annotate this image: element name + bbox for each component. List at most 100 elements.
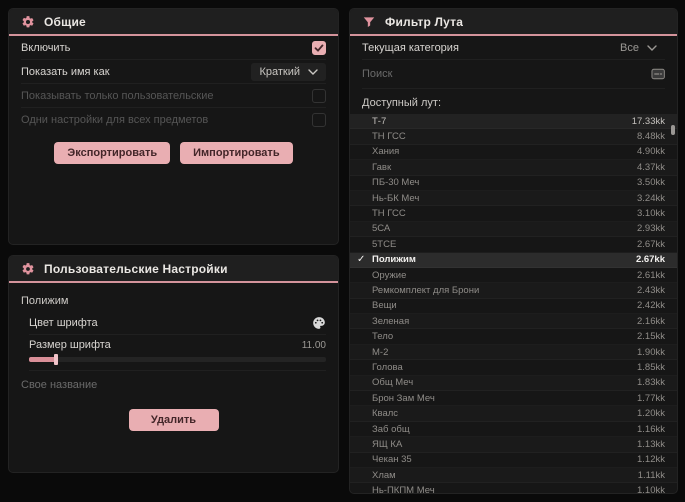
loot-item-name: Тело [372,331,394,343]
loot-row[interactable]: ✓ Вещи 2.42kk [350,299,677,314]
loot-row[interactable]: ✓ 5СА 2.93kk [350,222,677,237]
loot-row[interactable]: ✓ ЯЩ КА 1.13kk [350,437,677,452]
category-dropdown[interactable]: Все [612,39,665,57]
slider-handle[interactable] [53,354,58,365]
loot-item-name: Нь-ПКПМ Меч [372,485,435,494]
loot-row[interactable]: ✓ Заб общ 1.16kk [350,422,677,437]
palette-icon[interactable] [312,316,326,330]
loot-row[interactable]: ✓ Т-7 17.33kk [350,114,677,130]
loot-item-name: Полижим [372,254,416,266]
loot-row[interactable]: ✓ Квалс 1.20kk [350,406,677,421]
loot-item-value: 2.93kk [637,223,665,235]
loot-item-value: 1.12kk [637,454,665,466]
display-name-label: Показать имя как [21,65,110,78]
chevron-down-icon [647,44,657,51]
user-settings-panel: Пользовательские Настройки Полижим Цвет … [8,255,339,473]
loot-row[interactable]: ✓ Нь-ПКПМ Меч 1.10kk [350,483,677,494]
loot-row[interactable]: ✓ М-2 1.90kk [350,345,677,360]
loot-filter-panel-title: Фильтр Лута [385,14,464,29]
loot-item-value: 2.61kk [637,269,665,281]
loot-row[interactable]: ✓ 5ТСЕ 2.67kk [350,237,677,252]
available-loot-label: Доступный лут: [362,97,442,109]
loot-row[interactable]: ✓ Оружие 2.61kk [350,268,677,283]
funnel-icon [363,16,375,27]
custom-name-row [21,371,326,399]
loot-list: ✓ Т-7 17.33kk ✓ ТН ГСС 8.48kk ✓ Хания 4.… [350,114,677,494]
search-row [362,60,665,89]
loot-item-name: ТН ГСС [372,208,406,220]
export-button[interactable]: Экспортировать [54,142,171,164]
import-button[interactable]: Импортировать [180,142,293,164]
loot-row[interactable]: ✓ Полижим 2.67kk [350,252,677,268]
loot-item-value: 8.48kk [637,131,665,143]
font-size-label: Размер шрифта [29,339,111,351]
loot-row[interactable]: ✓ Нь-БК Меч 3.24kk [350,191,677,206]
loot-item-name: 5ТСЕ [372,238,397,250]
loot-row[interactable]: ✓ Тело 2.15kk [350,329,677,344]
loot-filter-panel-header: Фильтр Лута [350,9,677,36]
display-name-row: Показать имя как Краткий [21,60,326,84]
font-color-label: Цвет шрифта [29,316,98,329]
loot-item-name: Гавк [372,161,392,173]
loot-item-value: 1.77kk [637,392,665,404]
font-size-slider[interactable] [29,354,326,365]
loot-item-name: ЯЩ КА [372,438,403,450]
loot-item-name: Хлам [372,469,396,481]
loot-item-value: 1.20kk [637,408,665,420]
show-custom-only-checkbox[interactable] [312,88,326,103]
loot-item-name: Т-7 [372,115,387,127]
gear-icon [22,15,34,27]
loot-item-value: 1.16kk [637,423,665,435]
delete-button[interactable]: Удалить [128,409,219,431]
loot-item-value: 2.15kk [637,331,665,343]
loot-item-value: 4.37kk [637,161,665,173]
loot-item-name: М-2 [372,346,389,358]
loot-item-name: Чекан 35 [372,454,412,466]
loot-row[interactable]: ✓ ТН ГСС 8.48kk [350,129,677,144]
loot-list-scrollbar[interactable] [671,117,675,489]
loot-row[interactable]: ✓ Голова 1.85kk [350,360,677,375]
loot-row[interactable]: ✓ Брон Зам Меч 1.77kk [350,391,677,406]
loot-item-name: ТН ГСС [372,131,406,143]
loot-row[interactable]: ✓ Зеленая 2.16kk [350,314,677,329]
display-name-value: Краткий [259,65,300,78]
loot-item-name: Вещи [372,300,397,312]
loot-row[interactable]: ✓ Хлам 1.11kk [350,468,677,483]
loot-item-name: Квалс [372,408,399,420]
loot-item-value: 3.10kk [637,208,665,220]
loot-row[interactable]: ✓ Ремкомплект для Брони 2.43kk [350,283,677,298]
loot-item-value: 4.90kk [637,146,665,158]
scrollbar-thumb[interactable] [671,125,675,135]
single-settings-checkbox[interactable] [312,113,326,127]
loot-item-value: 2.67kk [635,254,665,266]
loot-row[interactable]: ✓ Чекан 35 1.12kk [350,453,677,468]
font-size-row: Размер шрифта 11.00 [29,335,326,371]
general-panel-header: Общие [9,9,338,36]
loot-item-name: ПБ-30 Меч [372,177,420,189]
loot-item-value: 1.13kk [637,438,665,450]
loot-item-value: 2.42kk [637,300,665,312]
loot-row[interactable]: ✓ ТН ГСС 3.10kk [350,206,677,221]
user-settings-panel-header: Пользовательские Настройки [9,256,338,283]
show-custom-only-label: Показывать только пользовательские [21,89,214,102]
loot-row[interactable]: ✓ Гавк 4.37kk [350,160,677,175]
loot-row[interactable]: ✓ Хания 4.90kk [350,145,677,160]
display-name-dropdown[interactable]: Краткий [251,62,326,81]
loot-row[interactable]: ✓ Общ Меч 1.83kk [350,376,677,391]
chevron-down-icon [308,68,318,75]
custom-name-input[interactable] [21,371,326,399]
user-settings-panel-title: Пользовательские Настройки [44,261,228,276]
loot-item-value: 3.50kk [637,177,665,189]
loot-item-value: 3.24kk [637,192,665,204]
loot-item-name: Хания [372,146,400,158]
font-color-row: Цвет шрифта [29,311,326,335]
general-panel: Общие Включить Показать имя как Краткий … [8,8,339,245]
loot-item-value: 2.67kk [637,238,665,250]
enable-checkbox[interactable] [312,40,326,55]
show-custom-only-row: Показывать только пользовательские [21,84,326,108]
search-input[interactable] [362,60,651,88]
loot-row[interactable]: ✓ ПБ-30 Меч 3.50kk [350,176,677,191]
search-options-icon[interactable] [651,68,665,80]
user-gear-icon [22,262,34,274]
category-value: Все [620,41,639,54]
